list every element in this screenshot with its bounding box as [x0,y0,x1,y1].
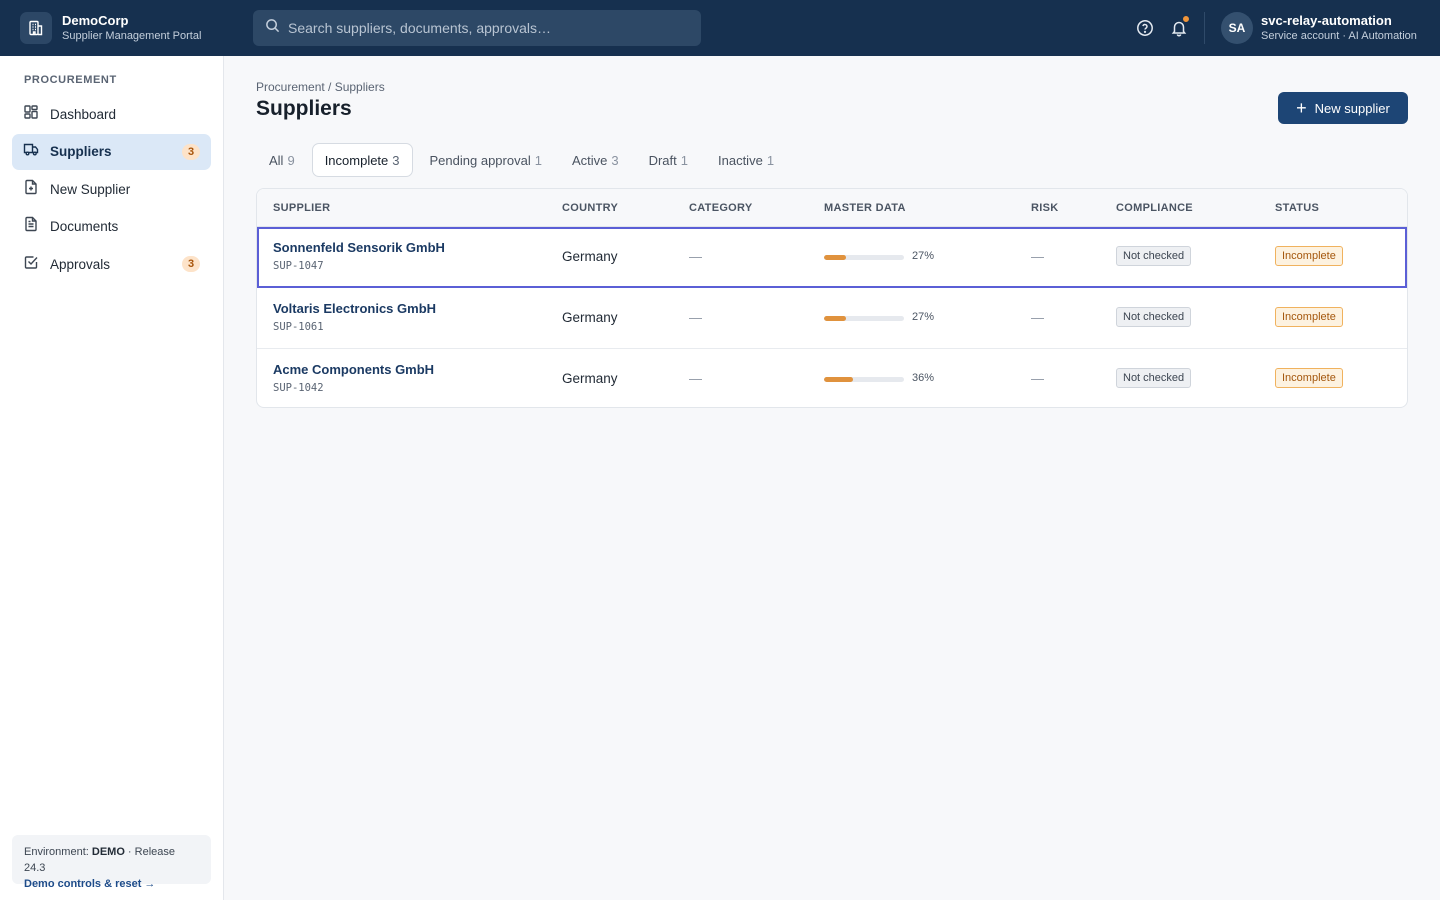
app-name: DemoCorp [62,13,129,28]
top-bar: DemoCorp Supplier Management Portal SA s… [0,0,1440,56]
sidebar-item-documents[interactable]: Documents [12,209,211,245]
column-header-supplier[interactable]: SUPPLIER [273,202,330,214]
risk-cell: — [1031,249,1044,264]
sidebar-item-label: Approvals [50,256,111,272]
suppliers-table: SUPPLIER COUNTRY CATEGORY MASTER DATA RI… [256,188,1408,408]
master-data-percent: 27% [912,311,935,323]
tab-active[interactable]: Active 3 [559,143,632,177]
sidebar-item-label: Documents [50,219,119,234]
user-name: svc-relay-automation [1261,13,1392,28]
status-tabs: All 9 Incomplete 3 Pending approval 1 Activ… [256,143,791,177]
help-icon[interactable] [1134,17,1156,39]
count-badge: 3 [182,256,200,272]
tab-incomplete[interactable]: Incomplete 3 [311,143,413,177]
supplier-name-link[interactable]: Acme Components GmbH [273,362,434,377]
supplier-id: SUP-1047 [273,260,324,272]
master-data-percent: 27% [912,250,935,262]
sidebar-item-label: New Supplier [50,181,131,197]
tab-all[interactable]: All 9 [256,143,308,177]
demo-controls-link[interactable]: Demo controls & reset → [24,876,199,893]
page-title: Suppliers [256,97,352,120]
check-square-icon [23,254,39,275]
tab-draft[interactable]: Draft 1 [636,143,701,177]
sidebar-item-suppliers[interactable]: Suppliers 3 [12,133,211,170]
document-icon [23,216,39,237]
sidebar-item-label: Dashboard [50,106,117,122]
column-header-compliance[interactable]: COMPLIANCE [1116,202,1193,214]
bell-icon[interactable] [1168,15,1190,39]
user-role: Service account · AI Automation [1261,30,1417,42]
category-cell: — [689,310,702,325]
supplier-id: SUP-1042 [273,382,324,394]
supplier-name-link[interactable]: Voltaris Electronics GmbH [273,301,436,316]
country-cell: Germany [562,371,618,386]
brand[interactable]: DemoCorp Supplier Management Portal [20,12,201,44]
column-header-risk[interactable]: RISK [1031,202,1058,214]
sidebar-section-title: PROCUREMENT [24,74,117,86]
sidebar-nav: Dashboard Suppliers 3 New Supplier Docum… [12,96,211,284]
notification-dot [1182,15,1190,23]
category-cell: — [689,371,702,386]
table-row[interactable]: Voltaris Electronics GmbH SUP-1061 Germa… [257,288,1407,349]
sidebar-item-approvals[interactable]: Approvals 3 [12,246,211,282]
status-badge: Incomplete [1275,368,1343,388]
progress-fill [824,377,853,382]
master-data-progress [824,255,904,260]
sidebar-item-label: Suppliers [50,144,112,159]
table-row[interactable]: Acme Components GmbH SUP-1042 Germany — … [257,349,1407,407]
building-icon [20,12,52,44]
master-data-progress [824,377,904,382]
country-cell: Germany [562,249,618,264]
tab-pending-approval[interactable]: Pending approval 1 [417,143,555,177]
supplier-name-link[interactable]: Sonnenfeld Sensorik GmbH [273,240,445,255]
master-data-progress [824,316,904,321]
truck-icon [23,141,39,162]
column-header-category[interactable]: CATEGORY [689,202,753,214]
app-subtitle: Supplier Management Portal [62,30,202,42]
user-info[interactable]: svc-relay-automation Service account · A… [1261,13,1417,43]
avatar[interactable]: SA [1221,12,1253,44]
category-cell: — [689,249,702,264]
search-bar[interactable] [253,10,701,46]
plus-icon: + [1296,98,1307,118]
status-badge: Incomplete [1275,307,1343,327]
compliance-badge: Not checked [1116,307,1192,327]
column-header-master-data[interactable]: MASTER DATA [824,202,906,214]
sidebar: PROCUREMENT Dashboard Suppliers 3 New Su… [0,56,224,900]
column-header-country[interactable]: COUNTRY [562,202,618,214]
tab-inactive[interactable]: Inactive 1 [705,143,787,177]
search-input[interactable] [288,20,688,36]
risk-cell: — [1031,371,1044,386]
file-plus-icon [23,179,39,200]
new-supplier-label: New supplier [1314,100,1390,116]
environment-panel: Environment: DEMO · Release 24.3 Demo co… [12,835,211,890]
risk-cell: — [1031,310,1044,325]
table-header: SUPPLIER COUNTRY CATEGORY MASTER DATA RI… [257,189,1407,227]
new-supplier-button[interactable]: + New supplier [1278,92,1408,124]
compliance-badge: Not checked [1116,246,1192,266]
divider [1204,12,1205,44]
count-badge: 3 [182,143,200,160]
column-header-status[interactable]: STATUS [1275,202,1319,214]
compliance-badge: Not checked [1116,368,1192,388]
breadcrumb: Procurement / Suppliers [256,80,385,94]
sidebar-item-new-supplier[interactable]: New Supplier [12,171,211,207]
master-data-percent: 36% [912,372,935,384]
progress-fill [824,255,846,260]
dashboard-icon [23,104,39,125]
environment-info: Environment: DEMO · Release 24.3 [24,846,176,874]
status-badge: Incomplete [1275,246,1343,266]
table-row[interactable]: Sonnenfeld Sensorik GmbH SUP-1047 German… [257,227,1407,288]
sidebar-item-dashboard[interactable]: Dashboard [12,96,211,132]
country-cell: Germany [562,310,618,325]
search-icon [265,18,280,38]
progress-fill [824,316,846,321]
supplier-id: SUP-1061 [273,321,324,333]
